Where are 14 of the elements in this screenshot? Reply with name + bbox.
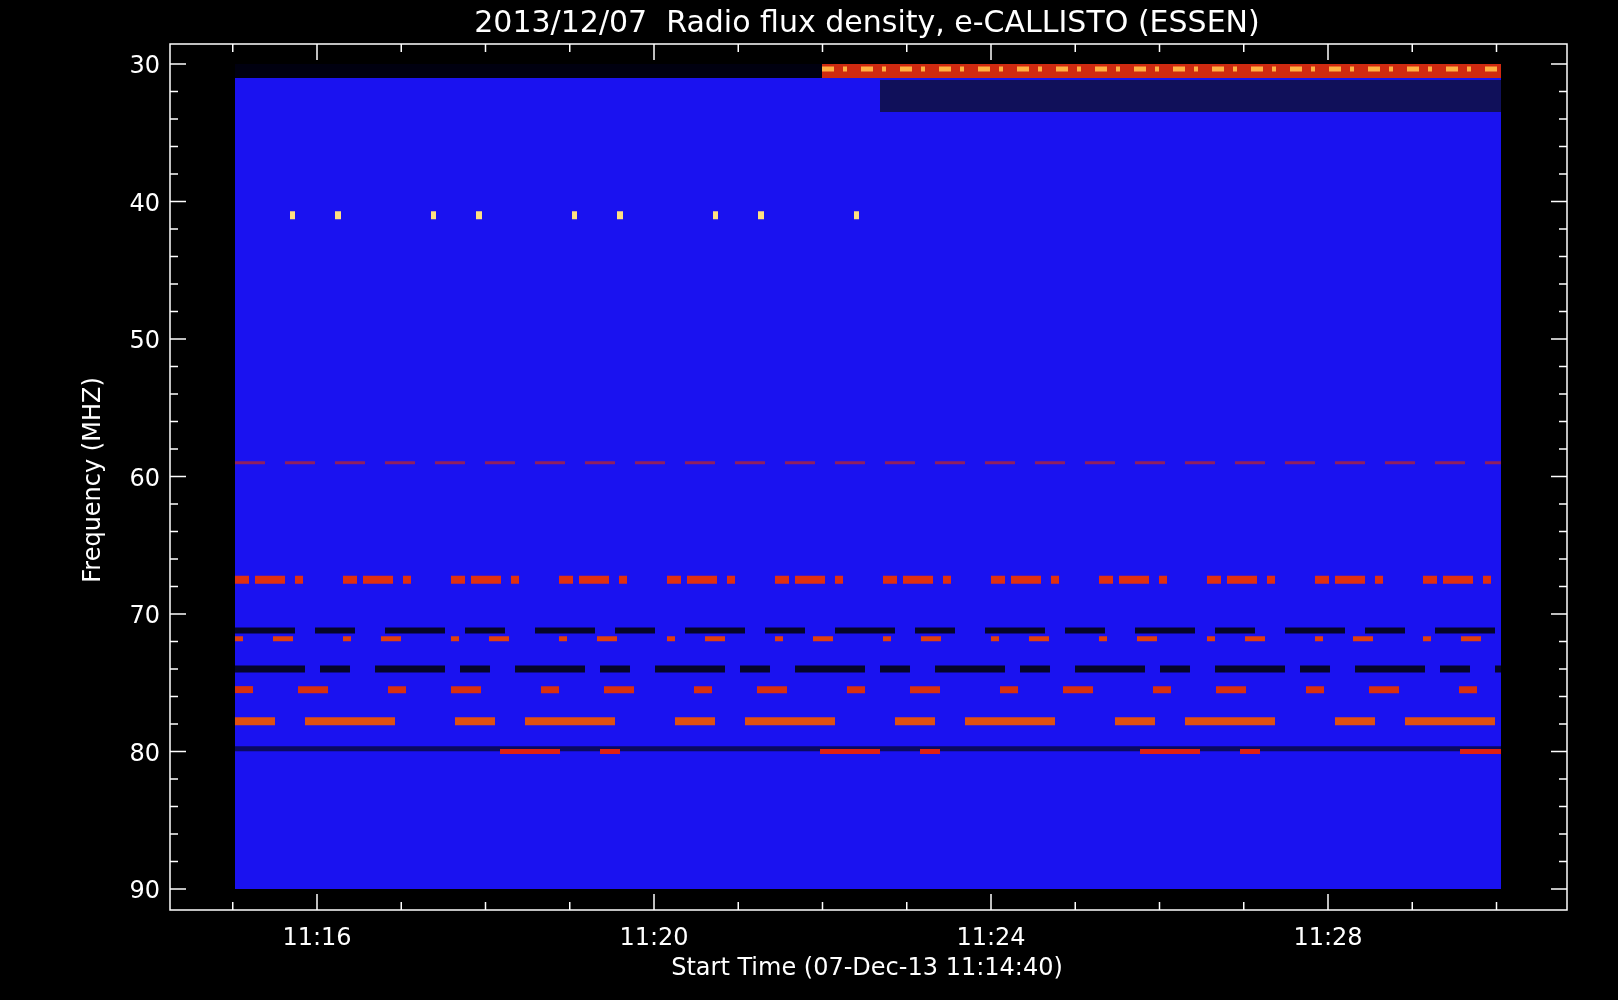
y-tick-label: 60	[129, 463, 160, 492]
x-axis-label: Start Time (07-Dec-13 11:14:40)	[671, 953, 1063, 981]
x-tick-label: 11:28	[1293, 923, 1363, 951]
y-tick-label: 90	[129, 876, 160, 904]
y-tick-label: 30	[129, 51, 160, 79]
y-tick-label: 70	[129, 601, 160, 629]
x-tick-label: 11:20	[619, 923, 689, 951]
x-tick-label: 11:16	[282, 923, 352, 951]
y-tick-label: 50	[129, 326, 160, 354]
y-axis-label: Frequency (MHZ)	[78, 377, 106, 583]
chart-title: 2013/12/07 Radio flux density, e-CALLISTO (ESSEN)	[474, 4, 1260, 39]
y-tick-label: 40	[129, 188, 160, 217]
y-tick-label: 80	[129, 738, 160, 767]
x-tick-label: 11:24	[956, 923, 1026, 951]
